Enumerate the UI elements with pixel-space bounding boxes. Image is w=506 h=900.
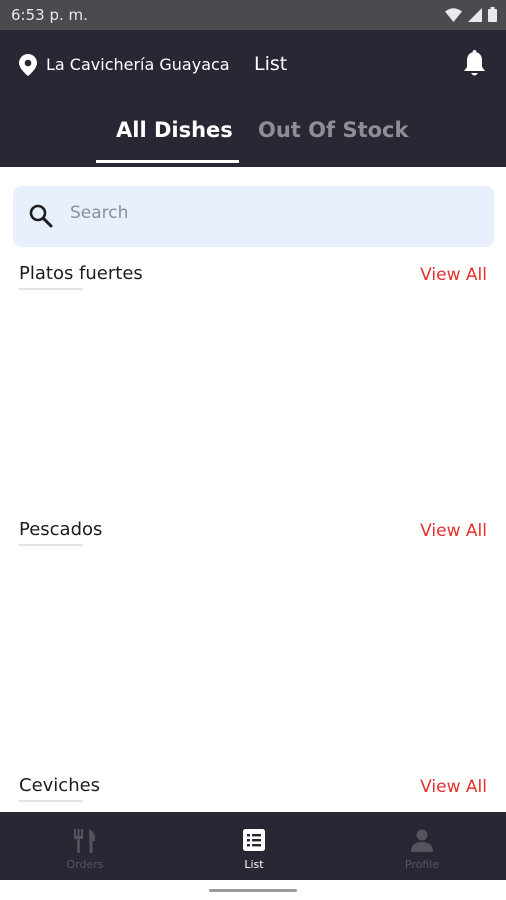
section-title-platos-fuertes: Platos fuertes (19, 263, 143, 284)
list-icon (243, 829, 265, 851)
section-divider (19, 800, 83, 802)
battery-icon (488, 7, 497, 22)
bottom-navigation: Orders List Profile (0, 812, 506, 880)
section-divider (19, 288, 83, 290)
tab-out-of-stock[interactable]: Out Of Stock (258, 118, 408, 142)
view-all-ceviches-link[interactable]: View All (420, 777, 487, 797)
nav-item-profile[interactable]: Profile (372, 812, 472, 880)
status-icons (445, 7, 497, 22)
active-tab-indicator (96, 160, 239, 163)
nav-label-list: List (244, 858, 264, 871)
bell-icon[interactable] (462, 50, 487, 78)
view-all-pescados-link[interactable]: View All (420, 521, 487, 541)
nav-item-orders[interactable]: Orders (35, 812, 135, 880)
tab-all-dishes[interactable]: All Dishes (116, 118, 233, 142)
wifi-icon (445, 7, 462, 22)
search-input[interactable] (70, 199, 470, 227)
section-divider (19, 544, 83, 546)
app-header (0, 30, 506, 167)
person-icon (411, 829, 433, 852)
cell-signal-icon (468, 7, 482, 22)
nav-label-orders: Orders (66, 858, 104, 871)
home-gesture-handle[interactable] (209, 889, 297, 892)
status-bar: 6:53 p. m. (0, 0, 506, 30)
status-time: 6:53 p. m. (11, 6, 88, 24)
view-all-platos-fuertes-link[interactable]: View All (420, 265, 487, 285)
restaurant-name[interactable]: La Cavichería Guayaca (46, 55, 230, 74)
nav-item-list[interactable]: List (204, 812, 304, 880)
location-pin-icon (19, 54, 37, 76)
fork-knife-icon (74, 829, 96, 853)
search-icon (29, 204, 53, 228)
nav-label-profile: Profile (404, 858, 440, 871)
page-title: List (254, 53, 288, 75)
section-title-pescados: Pescados (19, 519, 103, 540)
section-title-ceviches: Ceviches (19, 775, 101, 796)
